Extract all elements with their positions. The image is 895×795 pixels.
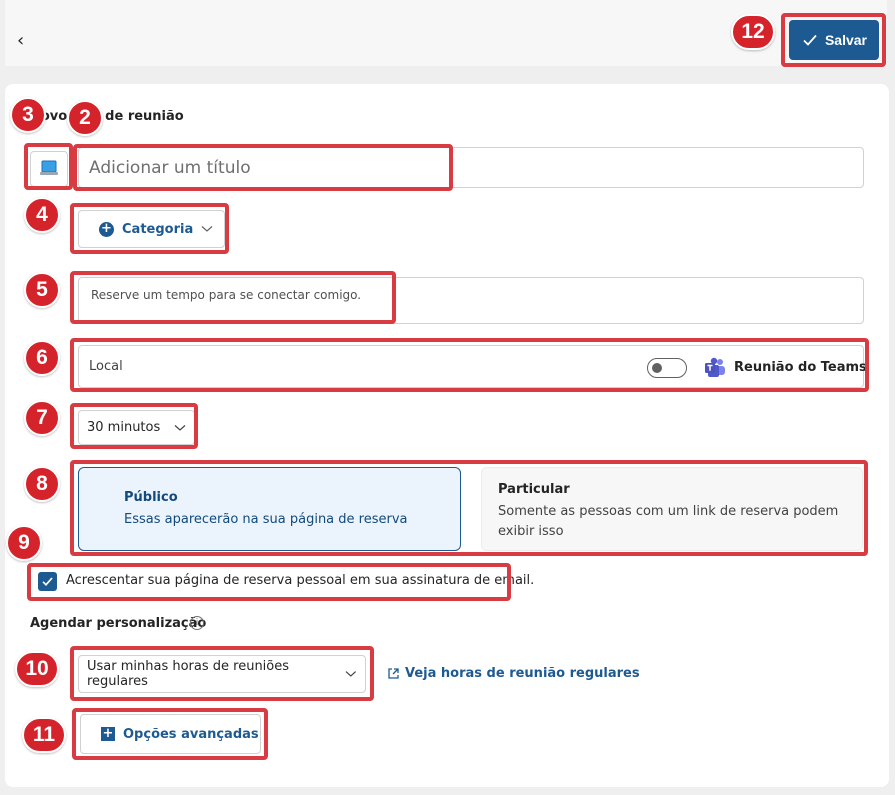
meeting-hours-dropdown[interactable]: Usar minhas horas de reuniões regulares xyxy=(78,655,366,693)
save-button[interactable]: Salvar xyxy=(789,20,879,60)
public-title: Público xyxy=(124,490,178,505)
checkmark-icon xyxy=(42,577,53,587)
description-input[interactable] xyxy=(78,277,864,324)
teams-icon xyxy=(705,357,725,377)
private-description: Somente as pessoas com um link de reserv… xyxy=(498,504,839,539)
toggle-knob xyxy=(652,363,662,373)
annotation-badge-7: 7 xyxy=(24,400,60,436)
category-dropdown[interactable]: + Categoria xyxy=(78,210,225,248)
section-title: Novo tipo de reunião xyxy=(30,109,184,124)
visibility-private-option[interactable]: Particular Somente as pessoas com um lin… xyxy=(481,467,863,551)
signature-label: Acrescentar sua página de reserva pessoa… xyxy=(66,573,535,588)
laptop-icon xyxy=(40,160,58,175)
annotation-badge-2: 2 xyxy=(67,100,103,136)
private-title: Particular xyxy=(498,482,570,497)
info-icon[interactable]: i xyxy=(190,616,204,630)
annotation-badge-8: 8 xyxy=(24,466,60,502)
annotation-badge-10: 10 xyxy=(15,651,59,687)
annotation-badge-12: 12 xyxy=(731,14,775,50)
annotation-badge-5: 5 xyxy=(24,272,60,308)
location-field[interactable]: Local Reunião do Teams xyxy=(78,345,867,388)
save-label: Salvar xyxy=(824,32,868,48)
chevron-left-icon: ‹ xyxy=(17,30,25,51)
annotation-badge-9: 9 xyxy=(6,525,42,561)
add-square-icon: + xyxy=(101,726,115,741)
annotation-badge-4: 4 xyxy=(24,197,60,233)
annotation-badge-11: 11 xyxy=(22,717,66,753)
chevron-down-icon xyxy=(201,226,213,232)
meeting-hours-value: Usar minhas horas de reuniões regulares xyxy=(87,659,290,689)
duration-value: 30 minutos xyxy=(87,420,161,435)
advanced-options-button[interactable]: + Opções avançadas xyxy=(80,714,261,754)
meeting-icon-picker[interactable] xyxy=(30,151,68,187)
title-input[interactable] xyxy=(78,147,864,188)
teams-toggle[interactable] xyxy=(647,358,687,378)
scheduling-title: Agendar personalização xyxy=(30,616,207,631)
duration-dropdown[interactable]: 30 minutos xyxy=(78,410,195,445)
visibility-public-option[interactable]: Público Essas aparecerão na sua página d… xyxy=(78,467,461,551)
location-placeholder: Local xyxy=(89,359,123,374)
view-meeting-hours-link[interactable]: Veja horas de reunião regulares xyxy=(387,666,640,681)
annotation-badge-6: 6 xyxy=(24,340,60,376)
public-description: Essas aparecerão na sua página de reserv… xyxy=(124,512,408,527)
annotation-badge-3: 3 xyxy=(10,97,46,133)
back-button[interactable]: ‹ xyxy=(17,30,37,54)
teams-label: Reunião do Teams xyxy=(734,360,867,375)
checkmark-icon xyxy=(803,34,817,46)
chevron-down-icon xyxy=(174,424,186,431)
add-circle-icon: + xyxy=(99,221,114,237)
open-link-icon xyxy=(388,668,399,679)
view-meeting-hours-label: Veja horas de reunião regulares xyxy=(405,666,640,681)
category-label: Categoria xyxy=(122,221,194,237)
chevron-down-icon xyxy=(345,671,357,677)
advanced-options-label: Opções avançadas xyxy=(123,726,259,742)
signature-checkbox[interactable] xyxy=(38,572,57,591)
